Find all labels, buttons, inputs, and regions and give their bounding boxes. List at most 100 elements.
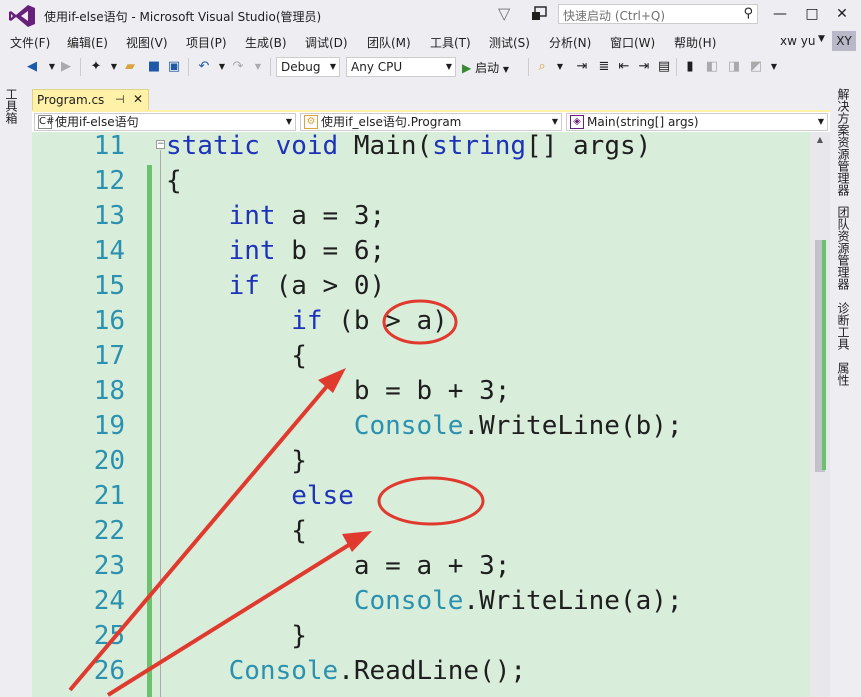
code-text[interactable]: { [166,164,182,199]
undo-icon[interactable]: ↶ [196,59,212,75]
forward-icon[interactable]: ▶ [58,59,74,75]
chevron-down-icon[interactable]: ▼ [106,59,122,75]
collapse-icon[interactable]: − [156,140,165,149]
code-text[interactable]: Console.WriteLine(a); [166,584,683,619]
save-all-icon[interactable]: ▣ [166,59,182,75]
find-in-files-icon[interactable]: ⌕ [534,59,550,75]
code-text[interactable]: if (a > 0) [166,269,386,304]
bookmark-list-icon[interactable]: ≣ [596,59,612,75]
open-folder-icon[interactable]: ▰ [122,59,138,75]
line-number: 13 [93,201,125,231]
code-text[interactable]: else [166,479,354,514]
title-bar: 使用if-else语句 - Microsoft Visual Studio(管理… [0,0,861,31]
filter-icon[interactable]: ▽ [498,4,518,24]
menu-file[interactable]: 文件(F) [10,34,50,51]
menu-view[interactable]: 视图(V) [126,34,168,51]
plain-token: b = 6; [275,236,386,266]
keyword-token: if [228,271,260,301]
save-icon[interactable]: ■ [146,59,162,75]
code-text[interactable]: int a = 3; [166,199,386,234]
comment-icon[interactable]: ▤ [656,59,672,75]
menu-edit[interactable]: 编辑(E) [67,34,108,51]
plain-token: { [291,516,307,546]
minimize-button[interactable]: — [770,5,790,25]
menu-build[interactable]: 生成(B) [245,34,287,51]
tab-team-explorer[interactable]: 团队资源管理器 [836,206,852,290]
plain-token: a = 3; [275,201,386,231]
next-bookmark-icon[interactable]: ◨ [726,59,742,75]
pin-icon[interactable]: ⊣ [115,93,125,106]
line-number: 18 [93,376,125,406]
outdent-icon[interactable]: ⇤ [616,59,632,75]
line-number: 20 [93,446,125,476]
configuration-select[interactable]: Debug ▼ [276,57,340,77]
menu-window[interactable]: 窗口(W) [610,34,655,51]
member-select[interactable]: ◈ Main(string[] args) ▼ [566,113,828,131]
menu-test[interactable]: 测试(S) [489,34,530,51]
feedback-icon[interactable] [530,5,548,23]
account-name[interactable]: xw yu [780,34,815,48]
step-icon[interactable]: ⇥ [574,59,590,75]
tab-properties[interactable]: 属性 [836,362,852,386]
chevron-down-icon[interactable]: ▼ [214,59,230,75]
menu-debug[interactable]: 调试(D) [305,34,348,51]
code-text[interactable]: if (b > a) [166,304,448,339]
plain-token: { [166,166,182,196]
avatar[interactable]: XY [832,31,856,51]
bookmark-icon[interactable]: ▮ [682,59,698,75]
tab-solution-explorer[interactable]: 解决方案资源管理器 [836,88,852,196]
start-debugging-button[interactable]: ▶ 启动 ▼ [462,59,509,76]
chevron-down-icon[interactable]: ▼ [250,59,266,75]
chevron-down-icon[interactable]: ▼ [818,34,825,44]
chevron-down-icon[interactable]: ▼ [552,59,568,75]
menu-tools[interactable]: 工具(T) [430,34,471,51]
indent-icon[interactable]: ⇥ [636,59,652,75]
maximize-button[interactable]: □ [802,5,822,25]
quick-launch-input[interactable]: 快速启动 (Ctrl+Q) ⚲ [558,4,758,24]
toolbox-panel-tab[interactable] [0,83,28,697]
platform-select[interactable]: Any CPU ▼ [346,57,456,77]
document-tab-program-cs[interactable]: Program.cs ⊣ ✕ [32,89,149,111]
chevron-down-icon[interactable]: ▼ [766,59,782,75]
menu-team[interactable]: 团队(M) [367,34,411,51]
code-text[interactable]: { [166,339,307,374]
code-text[interactable]: a = a + 3; [166,549,511,584]
chevron-down-icon: ▼ [329,62,336,71]
code-text[interactable]: int b = 6; [166,234,386,269]
clear-bookmarks-icon[interactable]: ◩ [748,59,764,75]
menu-analyze[interactable]: 分析(N) [549,34,591,51]
search-icon[interactable]: ⚲ [743,6,753,21]
new-project-icon[interactable]: ✦ [88,59,104,75]
menu-project[interactable]: 项目(P) [186,34,227,51]
menu-help[interactable]: 帮助(H) [674,34,716,51]
plain-token: { [291,341,307,371]
line-number: 11 [93,132,125,161]
code-line[interactable]: 11 static void Main(string[] args) [32,132,810,164]
close-button[interactable]: ✕ [832,5,852,25]
code-text[interactable]: Console.WriteLine(b); [166,409,683,444]
scroll-up-icon[interactable]: ▲ [810,132,830,148]
code-text[interactable]: { [166,514,307,549]
csharp-project-icon: C# [38,115,55,129]
code-text[interactable]: b = b + 3; [166,374,511,409]
code-text[interactable]: } [166,619,307,654]
class-select[interactable]: ⚙ 使用if_else语句.Program ▼ [300,113,562,131]
line-number: 26 [93,656,125,686]
tab-diagnostic-tools[interactable]: 诊断工具 [836,302,852,350]
code-text[interactable]: } [166,444,307,479]
code-text[interactable]: static void Main(string[] args) [166,132,651,164]
prev-bookmark-icon[interactable]: ◧ [704,59,720,75]
redo-icon[interactable]: ↷ [230,59,246,75]
code-text[interactable]: Console.ReadLine(); [166,654,526,689]
play-icon: ▶ [462,61,472,75]
toolbox-label[interactable]: 工具箱 [4,88,20,124]
chevron-down-icon: ▼ [551,117,558,126]
project-select[interactable]: C# 使用if-else语句 ▼ [34,113,296,131]
back-icon[interactable]: ◀ [24,59,40,75]
line-number: 17 [93,341,125,371]
close-icon[interactable]: ✕ [133,92,143,106]
